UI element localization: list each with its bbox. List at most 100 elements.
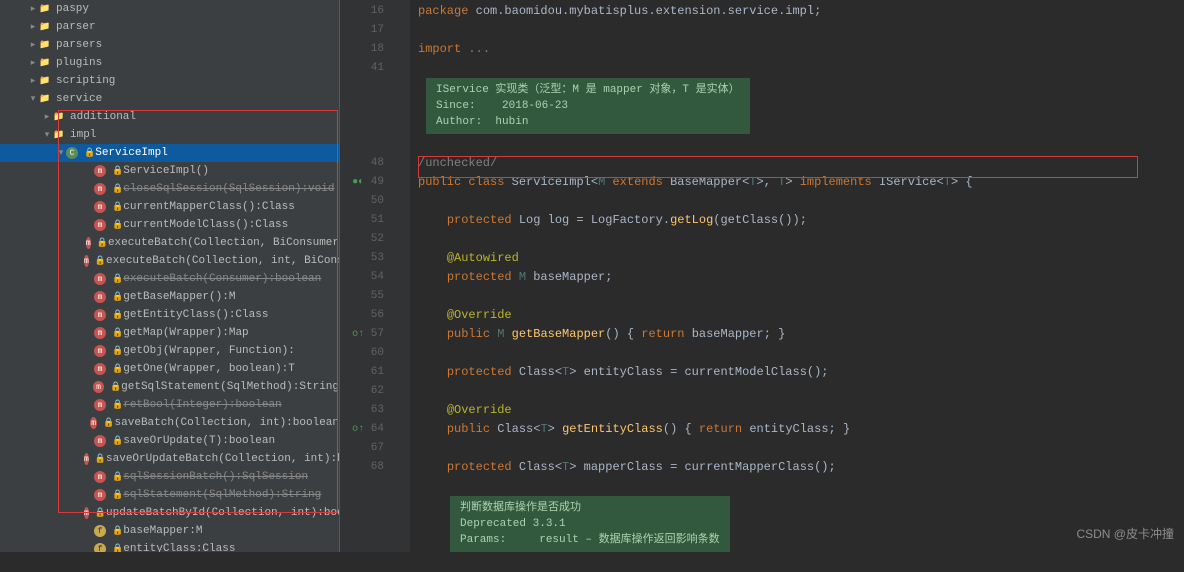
tree-label: service <box>56 93 102 105</box>
tree-item[interactable]: m 🔒 currentMapperClass():Class <box>0 198 339 216</box>
tree-item[interactable]: m 🔒 currentModelClass():Class <box>0 216 339 234</box>
javadoc-box: IService 实现类（泛型：M 是 mapper 对象，T 是实体）Sinc… <box>426 78 750 134</box>
tree-item[interactable]: ▸ 📁 paspy <box>0 0 339 18</box>
expand-icon[interactable]: ▸ <box>28 22 38 32</box>
tree-item[interactable]: ▸ 📁 plugins <box>0 54 339 72</box>
tree-item[interactable]: ▸ 📁 additional <box>0 108 339 126</box>
tree-item[interactable]: m 🔒 getBaseMapper():M <box>0 288 339 306</box>
line-number: 63 <box>340 401 384 420</box>
lock-icon: 🔒 <box>97 238 108 248</box>
line-number: 68 <box>340 458 384 477</box>
tree-label: currentMapperClass():Class <box>123 201 295 213</box>
lock-icon: 🔒 <box>95 454 106 464</box>
tree-label: executeBatch(Collection, int, BiConsumer <box>106 255 340 267</box>
line-number: 41 <box>340 59 384 78</box>
tree-item[interactable]: m 🔒 getEntityClass():Class <box>0 306 339 324</box>
tree-item[interactable]: ▾ 📁 impl <box>0 126 339 144</box>
tree-item[interactable]: m 🔒 getObj(Wrapper, Function): <box>0 342 339 360</box>
line-number: 54 <box>340 268 384 287</box>
line-number <box>340 496 384 515</box>
expand-icon[interactable]: ▸ <box>28 40 38 50</box>
ico-m-icon: m <box>84 255 89 267</box>
lock-icon: 🔒 <box>112 400 123 410</box>
ico-folder-icon: 📁 <box>52 128 66 142</box>
expand-icon[interactable]: ▾ <box>28 94 38 104</box>
line-number: o↑ 64 <box>340 420 384 439</box>
tree-item[interactable]: m 🔒 retBool(Integer):boolean <box>0 396 339 414</box>
expand-icon[interactable]: ▾ <box>42 130 52 140</box>
ico-folder-icon: 📁 <box>38 74 52 88</box>
tree-label: getOne(Wrapper, boolean):T <box>123 363 295 375</box>
tree-item[interactable]: ▸ 📁 parser <box>0 18 339 36</box>
line-number: 17 <box>340 21 384 40</box>
ico-m-icon: m <box>94 309 106 321</box>
tree-item[interactable]: m 🔒 getOne(Wrapper, boolean):T <box>0 360 339 378</box>
tree-item[interactable]: m 🔒 getSqlStatement(SqlMethod):String <box>0 378 339 396</box>
ico-folder-icon: 📁 <box>38 38 52 52</box>
line-number: 48 <box>340 154 384 173</box>
lock-icon: 🔒 <box>112 202 123 212</box>
line-number: 51 <box>340 211 384 230</box>
gutter-marks <box>392 0 410 552</box>
code-area[interactable]: package com.baomidou.mybatisplus.extensi… <box>410 0 1184 552</box>
tree-item[interactable]: m 🔒 saveBatch(Collection, int):boolean <box>0 414 339 432</box>
ico-m-icon: m <box>93 381 104 393</box>
lock-icon: 🔒 <box>112 364 123 374</box>
expand-icon[interactable]: ▸ <box>42 112 52 122</box>
tree-label: entityClass:Class <box>123 543 235 552</box>
code-editor[interactable]: 1617184148●◐ 4950515253545556o↑ 57606162… <box>340 0 1184 552</box>
tree-item[interactable]: m 🔒 sqlStatement(SqlMethod):String <box>0 486 339 504</box>
tree-label: paspy <box>56 3 89 15</box>
tree-item[interactable]: f 🔒 entityClass:Class <box>0 540 339 552</box>
tree-item[interactable]: m 🔒 getMap(Wrapper):Map <box>0 324 339 342</box>
tree-item[interactable]: m 🔒 executeBatch(Collection, int, BiCons… <box>0 252 339 270</box>
tree-item[interactable]: m 🔒 updateBatchById(Collection, int):boo… <box>0 504 339 522</box>
tree-label: baseMapper:M <box>123 525 202 537</box>
ico-m-icon: m <box>94 183 106 195</box>
tree-item[interactable]: ▾ C 🔒 ServiceImpl <box>0 144 339 162</box>
tree-item[interactable]: ▾ 📁 service <box>0 90 339 108</box>
tree-label: parsers <box>56 39 102 51</box>
lock-icon: 🔒 <box>112 526 123 536</box>
ico-m-icon: m <box>94 435 106 447</box>
ico-folder-icon: 📁 <box>38 20 52 34</box>
expand-icon[interactable]: ▸ <box>28 76 38 86</box>
tree-item[interactable]: m 🔒 saveOrUpdateBatch(Collection, int):b… <box>0 450 339 468</box>
line-number: o↑ 57 <box>340 325 384 344</box>
tree-label: retBool(Integer):boolean <box>123 399 281 411</box>
expand-icon[interactable]: ▸ <box>28 4 38 14</box>
expand-icon[interactable]: ▸ <box>28 58 38 68</box>
tree-label: scripting <box>56 75 115 87</box>
ico-m-icon: m <box>94 471 106 483</box>
line-number <box>340 116 384 135</box>
tree-item[interactable]: m 🔒 saveOrUpdate(T):boolean <box>0 432 339 450</box>
tree-label: getMap(Wrapper):Map <box>123 327 248 339</box>
project-tree[interactable]: ▸ 📁 paspy ▸ 📁 parser ▸ 📁 parsers ▸ 📁 plu… <box>0 0 340 552</box>
tree-label: additional <box>70 111 136 123</box>
watermark: CSDN @皮卡冲撞 <box>1076 525 1174 542</box>
tree-label: getEntityClass():Class <box>123 309 268 321</box>
tree-item[interactable]: m 🔒 executeBatch(Collection, BiConsumer <box>0 234 339 252</box>
tree-label: parser <box>56 21 96 33</box>
expand-icon[interactable]: ▾ <box>56 148 66 158</box>
ico-m-icon: m <box>94 219 106 231</box>
tree-label: saveOrUpdateBatch(Collection, int):boole… <box>106 453 340 465</box>
line-gutter: 1617184148●◐ 4950515253545556o↑ 57606162… <box>340 0 392 552</box>
tree-item[interactable]: m 🔒 ServiceImpl() <box>0 162 339 180</box>
tree-item[interactable]: ▸ 📁 scripting <box>0 72 339 90</box>
ico-m-icon: m <box>94 273 106 285</box>
tree-item[interactable]: f 🔒 baseMapper:M <box>0 522 339 540</box>
lock-icon: 🔒 <box>95 508 106 518</box>
tree-label: getBaseMapper():M <box>123 291 235 303</box>
tree-item[interactable]: m 🔒 sqlSessionBatch():SqlSession <box>0 468 339 486</box>
tree-item[interactable]: m 🔒 closeSqlSession(SqlSession):void <box>0 180 339 198</box>
line-number <box>340 78 384 97</box>
ico-m-icon: m <box>84 507 89 519</box>
lock-icon: 🔒 <box>112 220 123 230</box>
tree-item[interactable]: m 🔒 executeBatch(Consumer):boolean <box>0 270 339 288</box>
tree-label: ServiceImpl() <box>123 165 209 177</box>
tree-item[interactable]: ▸ 📁 parsers <box>0 36 339 54</box>
ico-folder-icon: 📁 <box>38 2 52 16</box>
lock-icon: 🔒 <box>112 544 123 552</box>
line-number: ●◐ 49 <box>340 173 384 192</box>
